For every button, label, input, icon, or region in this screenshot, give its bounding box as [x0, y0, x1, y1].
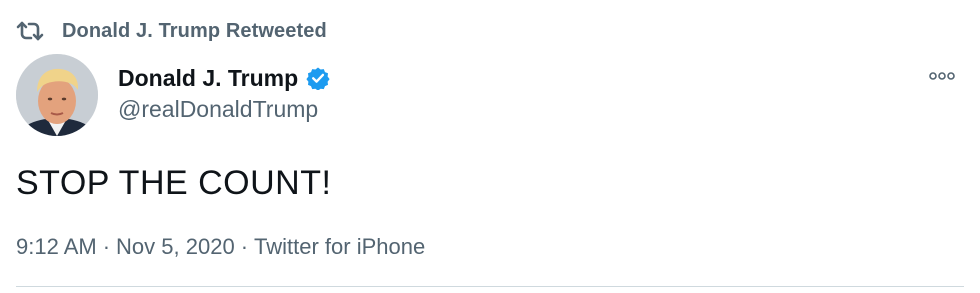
tweet-date[interactable]: Nov 5, 2020	[116, 234, 235, 260]
author-handle[interactable]: @realDonaldTrump	[118, 96, 330, 123]
avatar-image	[16, 54, 98, 136]
tweet-source[interactable]: Twitter for iPhone	[254, 234, 425, 260]
more-options-button[interactable]	[926, 64, 958, 88]
tweet-meta: 9:12 AM · Nov 5, 2020 · Twitter for iPho…	[16, 234, 425, 260]
tweet-text: STOP THE COUNT!	[16, 164, 332, 202]
tweet-card[interactable]: Donald J. Trump Retweeted Donald J. Trum…	[0, 0, 980, 293]
author-name-row: Donald J. Trump	[118, 62, 330, 94]
avatar[interactable]	[16, 54, 98, 136]
meta-separator: ·	[102, 234, 111, 259]
tweet-timestamp[interactable]: 9:12 AM	[16, 234, 97, 260]
retweet-icon	[14, 18, 46, 44]
author-display-name[interactable]: Donald J. Trump	[118, 65, 298, 92]
meta-separator: ·	[240, 234, 249, 259]
retweet-label[interactable]: Donald J. Trump Retweeted	[62, 20, 327, 43]
retweet-context: Donald J. Trump Retweeted	[14, 16, 327, 46]
verified-badge-icon	[306, 66, 330, 90]
more-options-icon	[929, 72, 955, 80]
author-block: Donald J. Trump @realDonaldTrump	[118, 62, 330, 123]
divider	[16, 286, 964, 287]
